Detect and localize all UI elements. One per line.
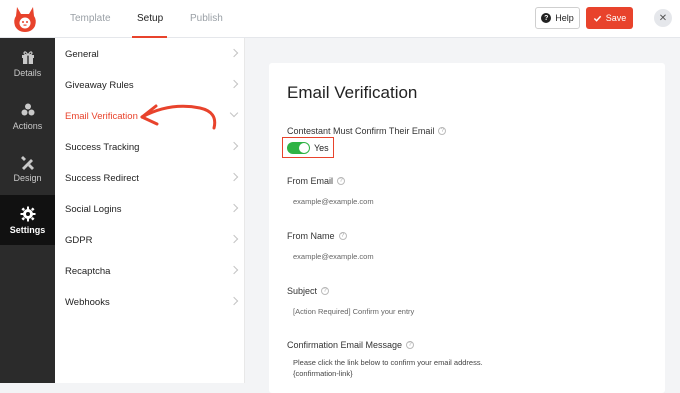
confirm-email-label-text: Contestant Must Confirm Their Email [287, 126, 435, 136]
help-tooltip-icon[interactable]: ? [438, 127, 447, 135]
tab-template[interactable]: Template [70, 13, 111, 24]
help-button[interactable]: ? Help [535, 7, 580, 29]
from-email-label: From Email ? [287, 176, 346, 186]
subnav-item-label: Success Redirect [65, 173, 139, 184]
subject-label: Subject ? [287, 286, 330, 296]
annotation-arrow [140, 104, 217, 130]
checkmark-icon [593, 15, 601, 22]
tab-setup[interactable]: Setup [137, 13, 163, 24]
confirm-email-label: Contestant Must Confirm Their Email ? [287, 126, 447, 136]
chevron-right-icon [229, 296, 239, 306]
chevron-right-icon [229, 234, 239, 244]
toggle-label: Yes [314, 142, 329, 153]
chevron-down-icon [229, 108, 239, 118]
from-name-label-text: From Name [287, 231, 335, 241]
gift-icon [21, 50, 34, 64]
message-field[interactable]: Please click the link below to confirm y… [287, 357, 647, 379]
sidebar-item-design[interactable]: Design [0, 143, 55, 193]
help-tooltip-icon[interactable]: ? [406, 341, 415, 349]
message-line-1: Please click the link below to confirm y… [293, 358, 483, 367]
toggle-knob [299, 142, 309, 153]
design-icon [20, 155, 34, 170]
sidebar-item-label: Design [13, 172, 42, 183]
actions-icon [21, 103, 34, 115]
from-email-label-text: From Email [287, 176, 334, 186]
from-name-value: example@example.com [293, 251, 374, 261]
confirm-email-toggle[interactable] [287, 141, 310, 154]
email-verification-panel: Email Verification Contestant Must Confi… [269, 63, 665, 393]
main-sidebar: Details Actions Design Settings [0, 38, 55, 383]
sidebar-item-label: Details [13, 67, 42, 78]
help-tooltip-icon[interactable]: ? [321, 287, 330, 295]
help-tooltip-icon[interactable]: ? [337, 177, 346, 185]
subnav-item-label: Recaptcha [65, 266, 111, 277]
subnav-item-general[interactable]: General [55, 39, 245, 70]
chevron-right-icon [229, 141, 239, 151]
close-icon: ✕ [658, 12, 668, 24]
sidebar-item-label: Settings [9, 224, 46, 235]
confirm-email-toggle-wrap: Yes [282, 137, 334, 158]
subnav-item-success-redirect[interactable]: Success Redirect [55, 163, 245, 194]
sidebar-item-details[interactable]: Details [0, 38, 55, 88]
chevron-right-icon [229, 172, 239, 182]
sidebar-item-actions[interactable]: Actions [0, 91, 55, 141]
subject-value: [Action Required] Confirm your entry [293, 306, 415, 316]
from-email-value: example@example.com [293, 196, 374, 206]
message-label-text: Confirmation Email Message [287, 340, 403, 350]
subnav-item-recaptcha[interactable]: Recaptcha [55, 256, 245, 287]
top-bar: Template Setup Publish ? Help Save ✕ [0, 0, 680, 38]
subnav-item-webhooks[interactable]: Webhooks [55, 287, 245, 318]
sidebar-item-label: Actions [12, 120, 43, 131]
subnav-item-gdpr[interactable]: GDPR [55, 225, 245, 256]
panel-title: Email Verification [287, 83, 418, 102]
subnav-item-label: Webhooks [65, 297, 110, 308]
chevron-right-icon [229, 265, 239, 275]
subnav-item-label: GDPR [65, 235, 93, 246]
subject-label-text: Subject [287, 286, 318, 296]
message-line-2: {confirmation-link} [293, 369, 353, 378]
subnav-item-label: Success Tracking [65, 142, 140, 153]
from-name-label: From Name ? [287, 231, 347, 241]
subnav-item-social-logins[interactable]: Social Logins [55, 194, 245, 225]
sidebar-item-settings[interactable]: Settings [0, 195, 55, 245]
question-icon: ? [541, 13, 552, 23]
chevron-right-icon [229, 203, 239, 213]
subnav-item-label: Social Logins [65, 204, 122, 215]
from-email-field[interactable]: example@example.com [287, 190, 647, 212]
subject-field[interactable]: [Action Required] Confirm your entry [287, 300, 647, 322]
save-label: Save [605, 13, 627, 23]
rafflepress-logo [14, 7, 36, 32]
help-tooltip-icon[interactable]: ? [338, 232, 347, 240]
save-button[interactable]: Save [586, 7, 633, 29]
help-label: Help [555, 13, 574, 23]
subnav-item-label: General [65, 49, 99, 60]
chevron-right-icon [229, 48, 239, 58]
from-name-field[interactable]: example@example.com [287, 245, 647, 267]
gear-icon [20, 206, 35, 221]
chevron-right-icon [229, 79, 239, 89]
tab-publish[interactable]: Publish [190, 13, 223, 24]
close-button[interactable]: ✕ [654, 9, 672, 27]
message-label: Confirmation Email Message ? [287, 340, 415, 350]
subnav-item-label: Email Verification [65, 111, 138, 122]
subnav-item-label: Giveaway Rules [65, 80, 134, 91]
